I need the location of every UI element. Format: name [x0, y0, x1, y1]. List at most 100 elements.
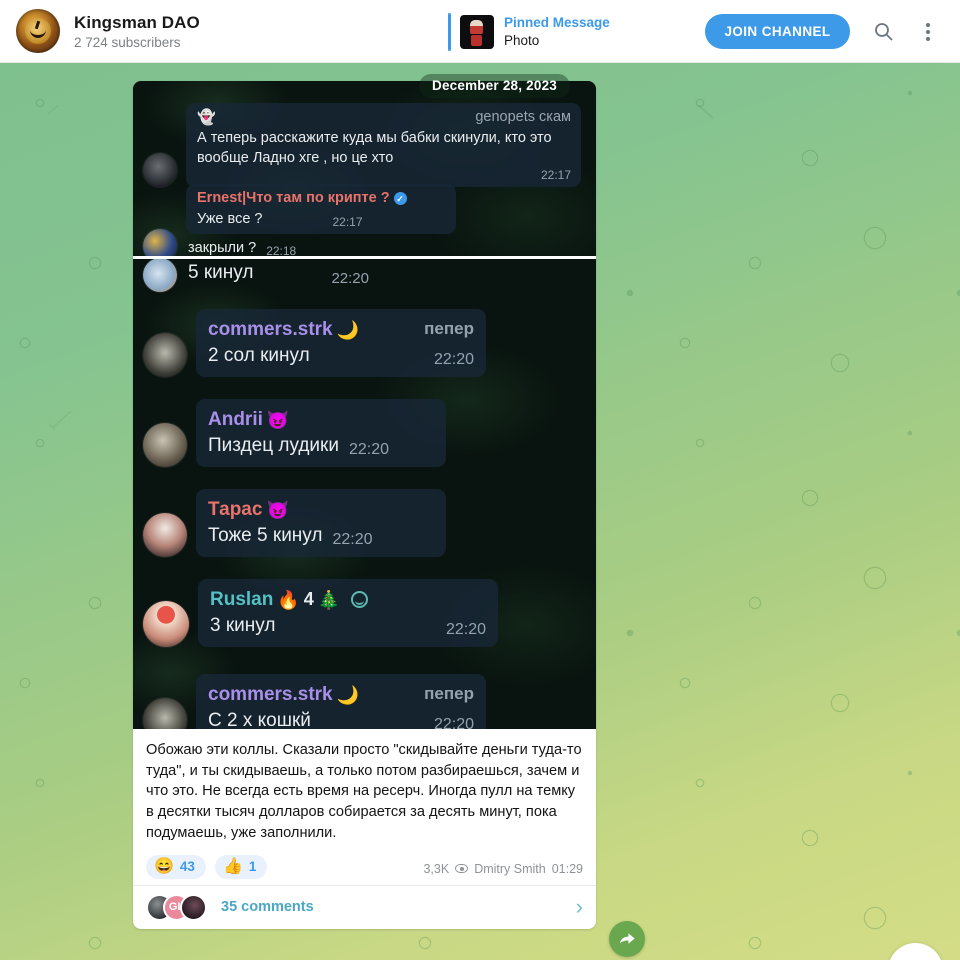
chat-message: Тарас 😈 Тоже 5 кинул 22:20 [143, 489, 446, 558]
message-time: 22:18 [266, 244, 297, 256]
message-time: 22:17 [332, 214, 363, 229]
sender-name: Ruslan [210, 589, 274, 610]
date-badge: December 28, 2023 [419, 74, 570, 98]
ghost-emoji-icon: 👻 [197, 109, 216, 127]
message-text: 5 кинул [188, 262, 254, 283]
message-text: Тоже 5 кинул [208, 524, 323, 546]
post-meta: 3,3K Dmitry Smith 01:29 [423, 862, 583, 876]
emblem-inner [25, 18, 51, 44]
chat-message: Ernest|Что там по крипте ? ✓ Уже все ? 2… [143, 184, 456, 234]
channel-info[interactable]: Kingsman DAO 2 724 subscribers [74, 13, 200, 50]
message-bubble: Ruslan 🔥 4 🎄 3 кинул 22:20 [198, 579, 498, 648]
sender-name: commers.strk [208, 684, 333, 705]
message-bubble: закрыли ? 22:18 [186, 233, 306, 256]
message-time: 22:20 [332, 531, 373, 549]
reaction-pill[interactable]: 😄 43 [146, 854, 206, 879]
avatar [143, 229, 177, 256]
pinned-subtitle: Photo [504, 32, 540, 48]
message-time: 22:20 [433, 351, 474, 369]
message-header: commers.strk 🌙 пепер [208, 317, 474, 343]
comments-bar[interactable]: GL 35 comments › [133, 884, 596, 929]
sender-name: commers.strk [208, 319, 333, 340]
message-bubble: commers.strk 🌙 пепер С 2 х кошкй 22:20 [196, 674, 486, 729]
post-time: 01:29 [551, 861, 583, 876]
subscriber-count: 2 724 subscribers [74, 34, 181, 50]
pinned-message[interactable]: Pinned Message Photo [448, 11, 610, 53]
devil-emoji-icon: 😈 [266, 409, 290, 430]
avatar [143, 333, 187, 378]
message-time: 22:20 [445, 621, 486, 639]
chat-message: закрыли ? 22:18 [143, 229, 306, 256]
message-body: Тоже 5 кинул 22:20 [208, 523, 434, 550]
share-arrow-icon[interactable] [609, 921, 645, 957]
kingsman-emblem-emoji-icon [351, 591, 369, 609]
message-text: С 2 х кошкй [208, 709, 311, 729]
channel-header: Kingsman DAO 2 724 subscribers Pinned Me… [0, 0, 960, 63]
message-body: 2 сол кинул 22:20 [208, 343, 474, 370]
laughing-emoji-icon: 😄 [154, 857, 174, 875]
message-body: закрыли ? 22:18 [188, 238, 296, 256]
post-author: Dmitry Smith [474, 861, 546, 876]
sender-suffix: пепер [424, 319, 474, 339]
reaction-count: 43 [179, 859, 195, 875]
reaction-count: 1 [248, 859, 257, 875]
reaction-pill[interactable]: 👍 1 [214, 854, 268, 879]
message-header: Ernest|Что там по крипте ? ✓ [197, 189, 446, 209]
avatar [143, 698, 187, 729]
thumbs-up-emoji-icon: 👍 [222, 857, 243, 875]
sender-name: genopets скам [475, 109, 571, 125]
message-text: 2 сол кинул [208, 344, 310, 366]
message-body: С 2 х кошкй 22:20 [208, 708, 474, 729]
menu-dots [926, 22, 930, 41]
comments-label: 35 comments [221, 899, 314, 916]
message-text: закрыли ? [188, 239, 257, 256]
avatar [143, 153, 177, 188]
chat-message: commers.strk 🌙 пепер С 2 х кошкй 22:20 [143, 674, 486, 729]
more-vertical-icon[interactable] [908, 0, 948, 63]
view-count: 3,3K [423, 861, 450, 876]
screenshot-part-top: 👻 genopets скам А теперь расскажите куда… [133, 81, 596, 256]
message-bubble: Ernest|Что там по крипте ? ✓ Уже все ? 2… [186, 184, 456, 234]
chat-message: Ruslan 🔥 4 🎄 3 кинул 22:20 [143, 579, 498, 648]
photo-thumbnail-icon [460, 15, 494, 49]
embedded-screenshot-image[interactable]: 👻 genopets скам А теперь расскажите куда… [133, 81, 596, 729]
message-body: Пиздец лудики 22:20 [208, 433, 434, 460]
message-header: commers.strk 🌙 пепер [208, 682, 474, 708]
message-header: Ruslan 🔥 4 🎄 [210, 587, 486, 613]
moon-emoji-icon: 🌙 [336, 684, 360, 705]
message-time: 22:20 [433, 716, 474, 729]
message-body: 3 кинул 22:20 [210, 613, 486, 640]
pinned-accent-bar [448, 13, 451, 51]
sender-name: Тарас [208, 499, 263, 520]
message-bubble: Тарас 😈 Тоже 5 кинул 22:20 [196, 489, 446, 558]
chat-message: commers.strk 🌙 пепер 2 сол кинул 22:20 [143, 309, 486, 378]
post-caption: Обожаю эти коллы. Сказали просто "скидыв… [146, 742, 586, 841]
sender-name: Andrii [208, 409, 263, 430]
channel-post-card: 👻 genopets скам А теперь расскажите куда… [133, 81, 596, 929]
devil-emoji-icon: 😈 [266, 499, 289, 520]
message-time: 22:17 [540, 168, 571, 183]
message-text: 3 кинул [210, 614, 276, 636]
pinned-title: Pinned Message [504, 14, 610, 30]
message-text: Уже все ? [197, 210, 263, 227]
screenshot-part-bottom: 5 кинул 22:20 commers.strk 🌙 пепер 2 сол… [133, 259, 596, 729]
chat-message: 5 кинул 22:20 [143, 259, 379, 292]
verified-badge-icon: ✓ [393, 192, 407, 206]
screenshot-stitch-separator [133, 256, 596, 259]
fire-emoji-icon: 🔥 [277, 589, 300, 610]
eye-icon [455, 864, 469, 874]
christmas-tree-emoji-icon: 🎄 [317, 589, 341, 610]
message-body: Уже все ? 22:17 [197, 209, 446, 229]
message-time: 22:20 [331, 269, 369, 287]
message-header: 👻 genopets скам [197, 108, 571, 128]
sender-extra: 4 [303, 589, 314, 610]
avatar [143, 259, 177, 292]
chat-message: Andrii 😈 Пиздец лудики 22:20 [143, 399, 446, 468]
kingsman-emblem-icon[interactable] [16, 9, 60, 53]
join-channel-button[interactable]: JOIN CHANNEL [705, 14, 850, 49]
message-bubble: 👻 genopets скам А теперь расскажите куда… [186, 103, 581, 188]
chat-message: 👻 genopets скам А теперь расскажите куда… [143, 103, 581, 188]
message-bubble: 5 кинул 22:20 [186, 259, 379, 292]
search-icon[interactable] [863, 0, 903, 63]
pinned-texts: Pinned Message Photo [504, 15, 610, 50]
